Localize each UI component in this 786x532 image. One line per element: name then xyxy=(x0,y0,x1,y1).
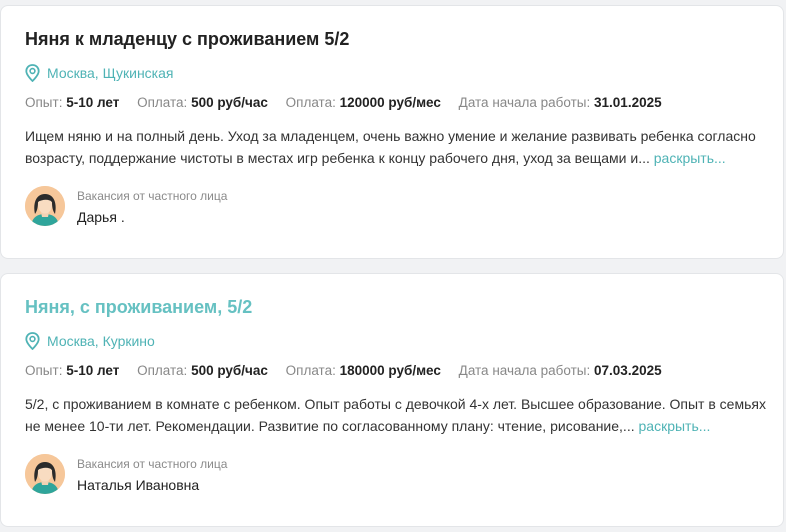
expand-link[interactable]: раскрыть... xyxy=(654,150,726,166)
expand-link[interactable]: раскрыть... xyxy=(639,418,711,434)
meta-start-date: Дата начала работы: 07.03.2025 xyxy=(458,363,662,378)
meta-pay-hour: Оплата: 500 руб/час xyxy=(137,363,268,378)
map-pin-icon xyxy=(25,332,40,350)
avatar xyxy=(25,186,65,226)
author-name: Дарья . xyxy=(77,209,125,225)
meta-experience: Опыт: 5-10 лет xyxy=(25,95,120,110)
vacancy-description: Ищем няню и на полный день. Уход за млад… xyxy=(25,128,756,166)
vacancy-title[interactable]: Няня к младенцу с проживанием 5/2 xyxy=(25,28,349,50)
location-text: Москва, Щукинская xyxy=(47,65,174,81)
map-pin-icon xyxy=(25,64,40,82)
meta-pay-hour: Оплата: 500 руб/час xyxy=(137,95,268,110)
author-type: Вакансия от частного лица xyxy=(77,457,228,471)
vacancy-location: Москва, Куркино xyxy=(25,332,155,350)
vacancy-author: Вакансия от частного лица Дарья . xyxy=(25,186,227,226)
vacancy-location: Москва, Щукинская xyxy=(25,64,174,82)
vacancy-card[interactable]: Няня, с проживанием, 5/2 Москва, Куркино… xyxy=(0,273,784,527)
meta-pay-month: Оплата: 120000 руб/мес xyxy=(285,95,441,110)
location-text: Москва, Куркино xyxy=(47,333,155,349)
author-name: Наталья Ивановна xyxy=(77,477,200,493)
avatar-woman-icon xyxy=(25,454,65,494)
vacancy-meta: Опыт: 5-10 лет Оплата: 500 руб/час Оплат… xyxy=(25,94,676,112)
meta-start-date: Дата начала работы: 31.01.2025 xyxy=(458,95,662,110)
vacancy-author: Вакансия от частного лица Наталья Иванов… xyxy=(25,454,227,494)
vacancy-card[interactable]: Няня к младенцу с проживанием 5/2 Москва… xyxy=(0,5,784,259)
vacancy-description: 5/2, с проживанием в комнате с ребенком.… xyxy=(25,396,766,434)
meta-experience: Опыт: 5-10 лет xyxy=(25,363,120,378)
vacancy-title[interactable]: Няня, с проживанием, 5/2 xyxy=(25,296,252,318)
vacancy-meta: Опыт: 5-10 лет Оплата: 500 руб/час Оплат… xyxy=(25,362,676,380)
meta-pay-month: Оплата: 180000 руб/мес xyxy=(285,363,441,378)
avatar xyxy=(25,454,65,494)
author-type: Вакансия от частного лица xyxy=(77,189,228,203)
avatar-woman-icon xyxy=(25,186,65,226)
